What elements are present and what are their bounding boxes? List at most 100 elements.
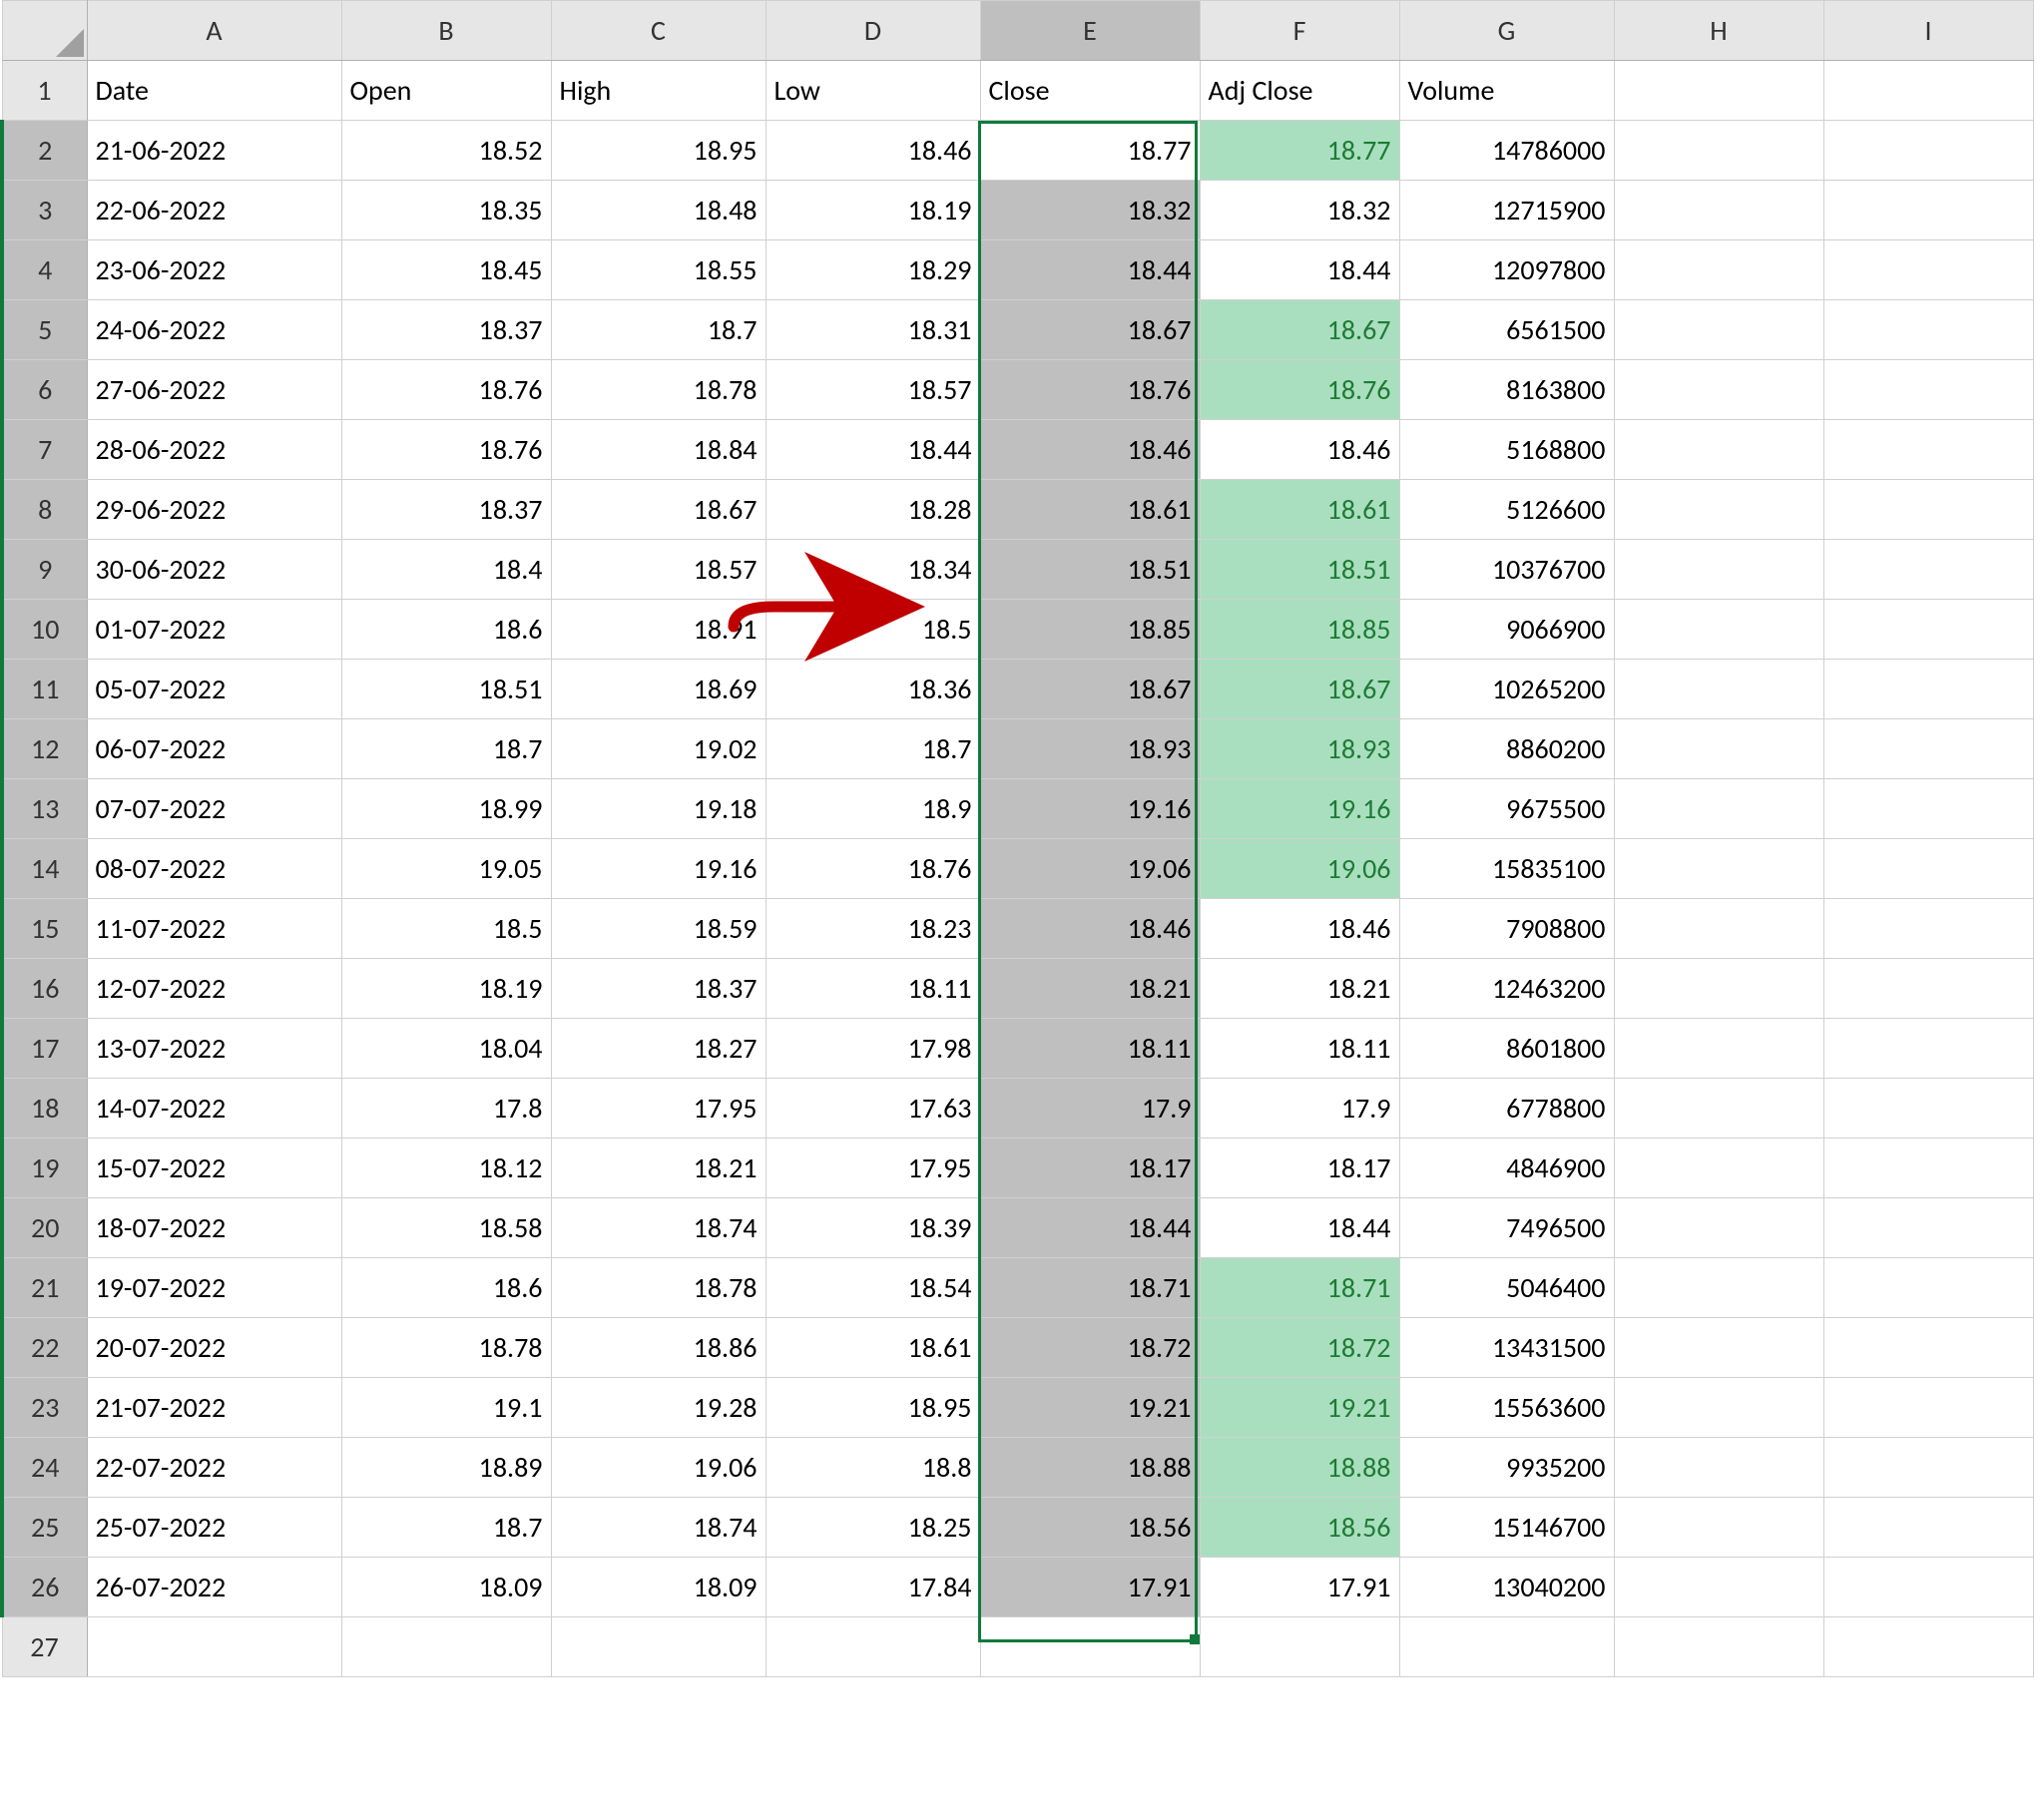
cell-B7[interactable]: 18.76 xyxy=(341,420,551,480)
cell-D22[interactable]: 18.61 xyxy=(766,1318,980,1378)
cell-E16[interactable]: 18.21 xyxy=(980,959,1200,1019)
cell-F20[interactable]: 18.44 xyxy=(1200,1198,1399,1258)
cell-G3[interactable]: 12715900 xyxy=(1399,181,1614,240)
cell-H15[interactable] xyxy=(1614,899,1823,959)
cell-B17[interactable]: 18.04 xyxy=(341,1019,551,1079)
cell-B19[interactable]: 18.12 xyxy=(341,1138,551,1198)
cell-E1[interactable]: Close xyxy=(980,61,1200,121)
cell-B3[interactable]: 18.35 xyxy=(341,181,551,240)
cell-I18[interactable] xyxy=(1823,1079,2033,1138)
cell-D6[interactable]: 18.57 xyxy=(766,360,980,420)
cell-A4[interactable]: 23-06-2022 xyxy=(87,240,341,300)
cell-A9[interactable]: 30-06-2022 xyxy=(87,540,341,600)
cell-C25[interactable]: 18.74 xyxy=(551,1498,766,1558)
cell-I25[interactable] xyxy=(1823,1498,2033,1558)
cell-E6[interactable]: 18.76 xyxy=(980,360,1200,420)
row-header-24[interactable]: 24 xyxy=(2,1438,87,1498)
cell-D13[interactable]: 18.9 xyxy=(766,779,980,839)
cell-E17[interactable]: 18.11 xyxy=(980,1019,1200,1079)
cell-B8[interactable]: 18.37 xyxy=(341,480,551,540)
cell-B14[interactable]: 19.05 xyxy=(341,839,551,899)
cell-E10[interactable]: 18.85 xyxy=(980,600,1200,660)
cell-C14[interactable]: 19.16 xyxy=(551,839,766,899)
cell-I7[interactable] xyxy=(1823,420,2033,480)
row-header-25[interactable]: 25 xyxy=(2,1498,87,1558)
cell-H19[interactable] xyxy=(1614,1138,1823,1198)
cell-D14[interactable]: 18.76 xyxy=(766,839,980,899)
row-header-10[interactable]: 10 xyxy=(2,600,87,660)
cell-C19[interactable]: 18.21 xyxy=(551,1138,766,1198)
col-header-A[interactable]: A xyxy=(87,1,341,61)
cell-C15[interactable]: 18.59 xyxy=(551,899,766,959)
cell-A26[interactable]: 26-07-2022 xyxy=(87,1558,341,1617)
cell-B1[interactable]: Open xyxy=(341,61,551,121)
cell-B23[interactable]: 19.1 xyxy=(341,1378,551,1438)
cell-I16[interactable] xyxy=(1823,959,2033,1019)
cell-A14[interactable]: 08-07-2022 xyxy=(87,839,341,899)
cell-A11[interactable]: 05-07-2022 xyxy=(87,660,341,719)
cell-F2[interactable]: 18.77 xyxy=(1200,121,1399,181)
cell-F24[interactable]: 18.88 xyxy=(1200,1438,1399,1498)
cell-I12[interactable] xyxy=(1823,719,2033,779)
cell-H3[interactable] xyxy=(1614,181,1823,240)
cell-C11[interactable]: 18.69 xyxy=(551,660,766,719)
cell-G9[interactable]: 10376700 xyxy=(1399,540,1614,600)
cell-E14[interactable]: 19.06 xyxy=(980,839,1200,899)
row-header-17[interactable]: 17 xyxy=(2,1019,87,1079)
cell-D12[interactable]: 18.7 xyxy=(766,719,980,779)
cell-F6[interactable]: 18.76 xyxy=(1200,360,1399,420)
cell-I5[interactable] xyxy=(1823,300,2033,360)
cell-C2[interactable]: 18.95 xyxy=(551,121,766,181)
cell-C10[interactable]: 18.91 xyxy=(551,600,766,660)
cell-H22[interactable] xyxy=(1614,1318,1823,1378)
cell-B16[interactable]: 18.19 xyxy=(341,959,551,1019)
cell-F11[interactable]: 18.67 xyxy=(1200,660,1399,719)
cell-D5[interactable]: 18.31 xyxy=(766,300,980,360)
cell-E21[interactable]: 18.71 xyxy=(980,1258,1200,1318)
cell-A19[interactable]: 15-07-2022 xyxy=(87,1138,341,1198)
cell-B5[interactable]: 18.37 xyxy=(341,300,551,360)
col-header-G[interactable]: G xyxy=(1399,1,1614,61)
cell-H23[interactable] xyxy=(1614,1378,1823,1438)
cell-H18[interactable] xyxy=(1614,1079,1823,1138)
cell-I26[interactable] xyxy=(1823,1558,2033,1617)
cell-C16[interactable]: 18.37 xyxy=(551,959,766,1019)
cell-H12[interactable] xyxy=(1614,719,1823,779)
cell-A13[interactable]: 07-07-2022 xyxy=(87,779,341,839)
cell-I13[interactable] xyxy=(1823,779,2033,839)
cell-A18[interactable]: 14-07-2022 xyxy=(87,1079,341,1138)
cell-A7[interactable]: 28-06-2022 xyxy=(87,420,341,480)
cell-C26[interactable]: 18.09 xyxy=(551,1558,766,1617)
cell-G11[interactable]: 10265200 xyxy=(1399,660,1614,719)
cell-C6[interactable]: 18.78 xyxy=(551,360,766,420)
cell-G27[interactable] xyxy=(1399,1617,1614,1677)
cell-A1[interactable]: Date xyxy=(87,61,341,121)
cell-C7[interactable]: 18.84 xyxy=(551,420,766,480)
cell-A24[interactable]: 22-07-2022 xyxy=(87,1438,341,1498)
cell-F19[interactable]: 18.17 xyxy=(1200,1138,1399,1198)
cell-H8[interactable] xyxy=(1614,480,1823,540)
cell-B12[interactable]: 18.7 xyxy=(341,719,551,779)
cell-H24[interactable] xyxy=(1614,1438,1823,1498)
cell-I10[interactable] xyxy=(1823,600,2033,660)
cell-F12[interactable]: 18.93 xyxy=(1200,719,1399,779)
cell-D10[interactable]: 18.5 xyxy=(766,600,980,660)
cell-I15[interactable] xyxy=(1823,899,2033,959)
cell-H5[interactable] xyxy=(1614,300,1823,360)
cell-D17[interactable]: 17.98 xyxy=(766,1019,980,1079)
cell-I17[interactable] xyxy=(1823,1019,2033,1079)
cell-B9[interactable]: 18.4 xyxy=(341,540,551,600)
cell-H10[interactable] xyxy=(1614,600,1823,660)
cell-D7[interactable]: 18.44 xyxy=(766,420,980,480)
cell-E8[interactable]: 18.61 xyxy=(980,480,1200,540)
cell-D19[interactable]: 17.95 xyxy=(766,1138,980,1198)
cell-E11[interactable]: 18.67 xyxy=(980,660,1200,719)
cell-D15[interactable]: 18.23 xyxy=(766,899,980,959)
cell-C8[interactable]: 18.67 xyxy=(551,480,766,540)
row-header-22[interactable]: 22 xyxy=(2,1318,87,1378)
cell-I6[interactable] xyxy=(1823,360,2033,420)
cell-G22[interactable]: 13431500 xyxy=(1399,1318,1614,1378)
col-header-I[interactable]: I xyxy=(1823,1,2033,61)
cell-E25[interactable]: 18.56 xyxy=(980,1498,1200,1558)
cell-G26[interactable]: 13040200 xyxy=(1399,1558,1614,1617)
